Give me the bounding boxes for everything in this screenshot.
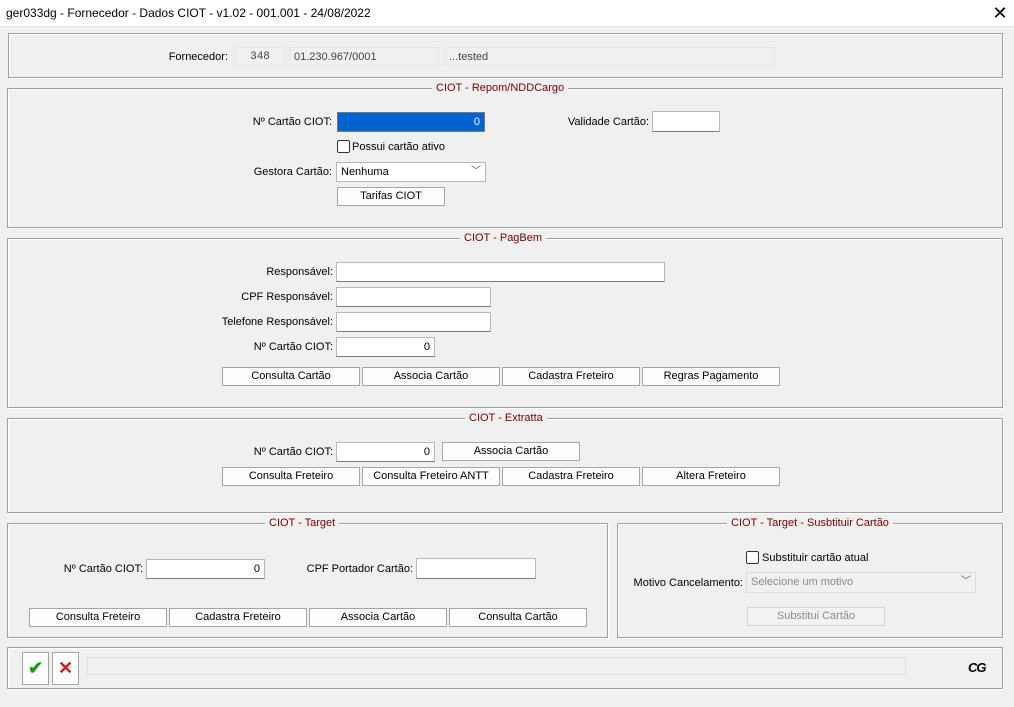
repom-group — [7, 88, 1003, 228]
repom-gestora-select[interactable]: Nenhuma ﹀ — [336, 162, 486, 182]
extratta-cartao-label: Nº Cartão CIOT: — [253, 446, 333, 458]
pagbem-regras-pagamento-button[interactable]: Regras Pagamento — [642, 367, 780, 386]
checkmark-icon: ✔ — [27, 658, 44, 678]
cancel-button[interactable]: ✕ — [52, 652, 79, 685]
extratta-legend: CIOT - Extratta — [465, 412, 547, 425]
motivo-label: Motivo Cancelamento: — [633, 577, 743, 589]
fornecedor-code-field: 348 — [235, 47, 285, 66]
target-cartao-label: Nº Cartão CIOT: — [63, 563, 143, 575]
pagbem-cadastra-freteiro-button[interactable]: Cadastra Freteiro — [502, 367, 640, 386]
target-cartao-input[interactable]: 0 — [146, 559, 265, 579]
substituir-checkbox[interactable] — [746, 551, 759, 564]
repom-validade-label: Validade Cartão: — [567, 116, 649, 128]
motivo-placeholder: Selecione um motivo — [751, 576, 854, 588]
target-cpf-label: CPF Portador Cartão: — [306, 563, 413, 575]
substituir-label: Substituir cartão atual — [762, 552, 869, 564]
pagbem-telefone-input[interactable] — [336, 312, 491, 332]
extratta-consulta-freteiro-antt-button[interactable]: Consulta Freteiro ANTT — [362, 467, 500, 486]
extratta-altera-freteiro-button[interactable]: Altera Freteiro — [642, 467, 780, 486]
repom-validade-input[interactable] — [652, 111, 720, 132]
pagbem-associa-cartao-button[interactable]: Associa Cartão — [362, 367, 500, 386]
status-bar-field — [87, 657, 906, 675]
motivo-select[interactable]: Selecione um motivo ﹀ — [746, 572, 976, 593]
pagbem-cartao-label: Nº Cartão CIOT: — [253, 341, 333, 353]
repom-cartao-label: Nº Cartão CIOT: — [252, 116, 332, 128]
target-sub-legend: CIOT - Target - Susbtituir Cartão — [727, 517, 893, 530]
close-icon[interactable]: ✕ — [988, 1, 1012, 25]
extratta-cadastra-freteiro-button[interactable]: Cadastra Freteiro — [502, 467, 640, 486]
substitui-cartao-button[interactable]: Substitui Cartão — [747, 607, 885, 626]
pagbem-legend: CIOT - PagBem — [460, 232, 547, 245]
repom-possui-checkbox[interactable] — [337, 140, 350, 153]
target-cadastra-freteiro-button[interactable]: Cadastra Freteiro — [169, 608, 307, 627]
pagbem-cpf-label: CPF Responsável: — [241, 291, 333, 303]
repom-legend: CIOT - Repom/NDDCargo — [432, 82, 569, 95]
extratta-consulta-freteiro-button[interactable]: Consulta Freteiro — [222, 467, 360, 486]
repom-cartao-input[interactable]: 0 — [337, 112, 485, 132]
pagbem-cpf-input[interactable] — [336, 287, 491, 307]
pagbem-cartao-input[interactable]: 0 — [336, 337, 435, 357]
chevron-down-icon: ﹀ — [471, 166, 481, 177]
pagbem-consulta-cartao-button[interactable]: Consulta Cartão — [222, 367, 360, 386]
fornecedor-label: Fornecedor: — [168, 51, 228, 63]
pagbem-responsavel-input[interactable] — [336, 262, 665, 282]
target-consulta-cartao-button[interactable]: Consulta Cartão — [449, 608, 587, 627]
window-title: ger033dg - Fornecedor - Dados CIOT - v1.… — [6, 6, 371, 20]
repom-gestora-value: Nenhuma — [341, 166, 389, 178]
cg-logo: CG — [968, 660, 986, 675]
repom-possui-label: Possui cartão ativo — [352, 141, 445, 153]
pagbem-telefone-label: Telefone Responsável: — [221, 316, 333, 328]
fornecedor-name-field: ...tested — [444, 47, 775, 66]
extratta-associa-cartao-button[interactable]: Associa Cartão — [442, 442, 580, 461]
title-bar: ger033dg - Fornecedor - Dados CIOT - v1.… — [0, 0, 1014, 27]
tarifas-ciot-button[interactable]: Tarifas CIOT — [337, 187, 445, 206]
target-legend: CIOT - Target — [265, 517, 340, 530]
chevron-down-icon: ﹀ — [961, 576, 971, 587]
extratta-cartao-input[interactable]: 0 — [336, 442, 435, 462]
target-consulta-freteiro-button[interactable]: Consulta Freteiro — [29, 608, 167, 627]
target-cpf-input[interactable] — [416, 558, 536, 579]
cancel-x-icon: ✕ — [57, 658, 74, 678]
pagbem-responsavel-label: Responsável: — [266, 266, 333, 278]
repom-gestora-label: Gestora Cartão: — [253, 166, 332, 178]
extratta-group — [7, 418, 1003, 513]
confirm-button[interactable]: ✔ — [22, 652, 49, 685]
fornecedor-cnpj-field: 01.230.967/0001 — [289, 47, 439, 66]
target-associa-cartao-button[interactable]: Associa Cartão — [309, 608, 447, 627]
